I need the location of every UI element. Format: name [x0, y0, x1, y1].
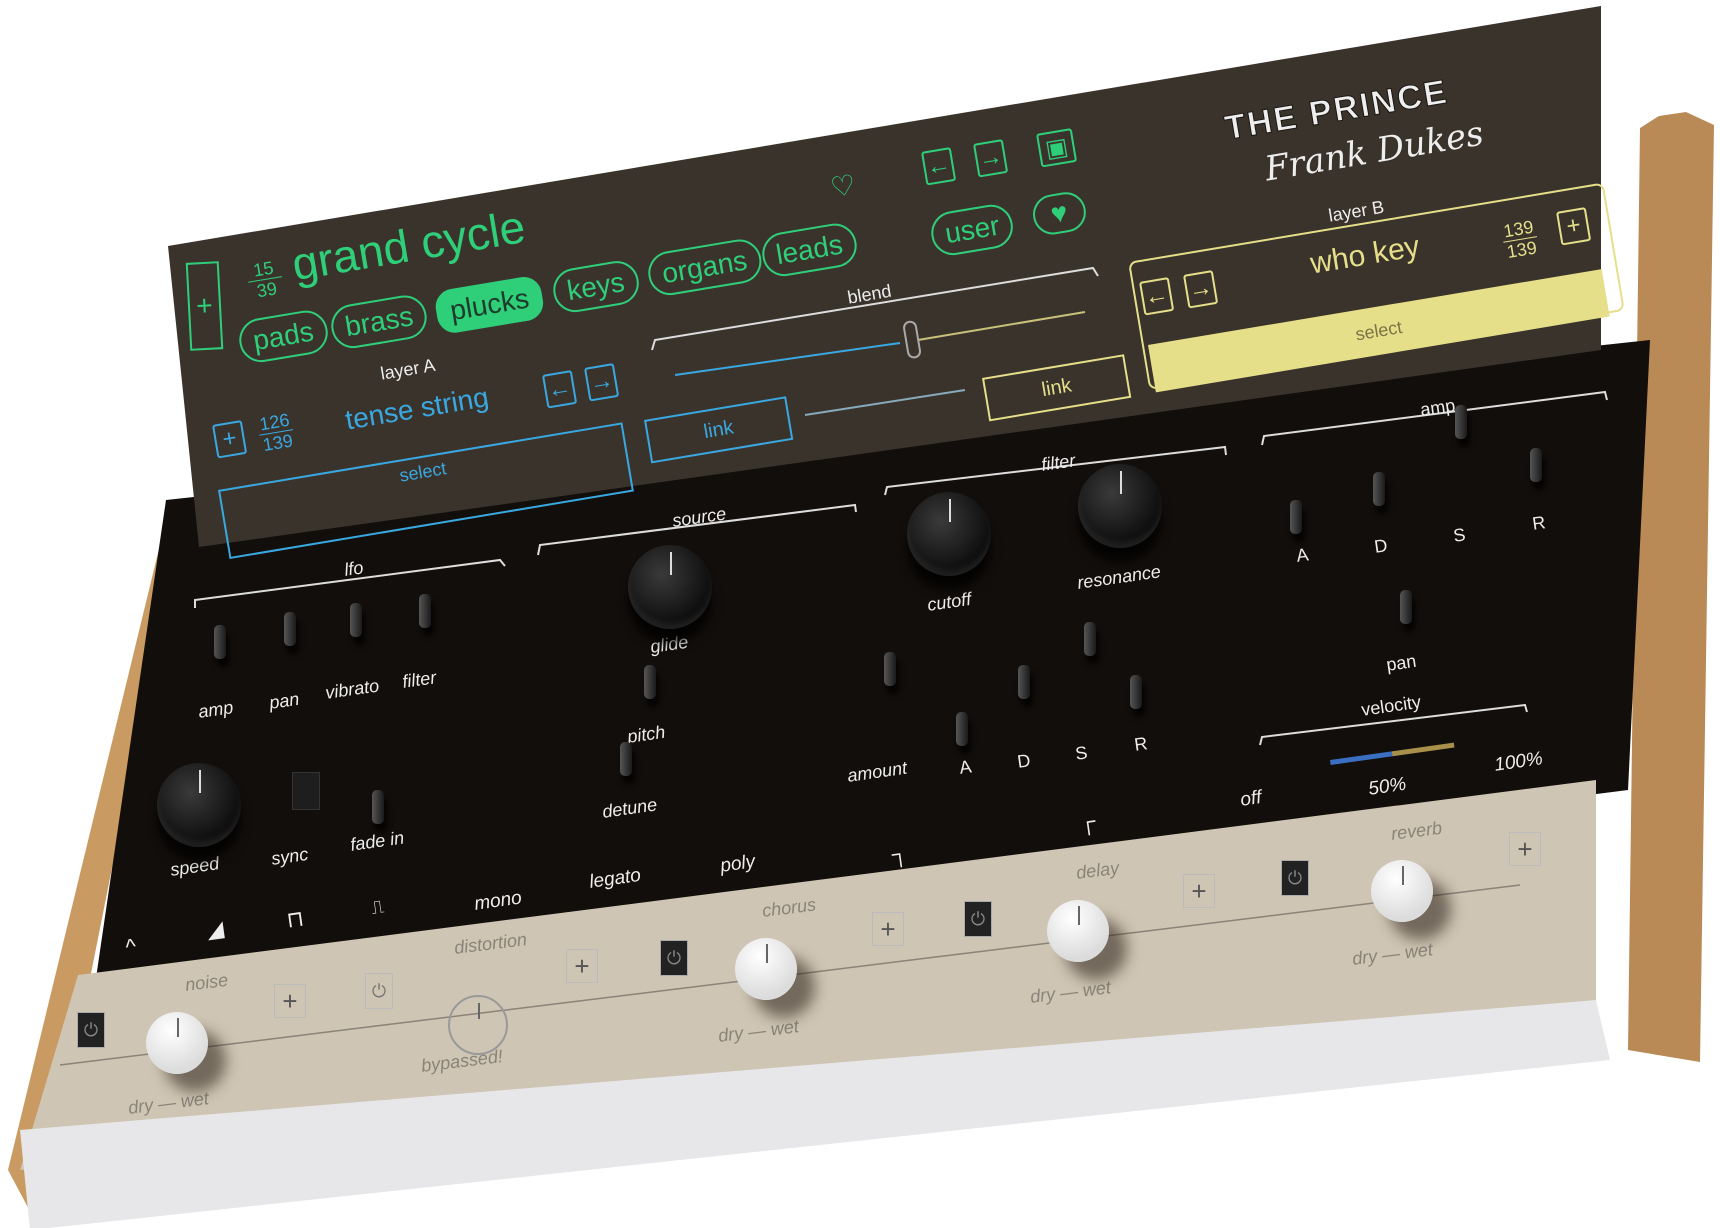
lfo-speed-knob[interactable]: [157, 763, 241, 847]
amp-release-label: R: [1531, 512, 1547, 534]
wood-side-right: [1628, 112, 1714, 1062]
noise-power-button[interactable]: ⏻: [77, 1012, 105, 1048]
floppy-disk-icon: ▣: [1043, 132, 1070, 163]
noise-expand-button[interactable]: +: [274, 984, 306, 1018]
power-icon: ⏻: [371, 980, 387, 1001]
lfo-sync-toggle[interactable]: [292, 772, 320, 810]
layer-b-prev-button[interactable]: ←: [1139, 277, 1175, 316]
arrow-right-icon: →: [1186, 273, 1215, 305]
layer-a-counter: 126 139: [256, 409, 296, 455]
power-icon: ⏻: [83, 1019, 99, 1040]
amp-pan-label: pan: [1385, 650, 1418, 675]
reverb-mix-knob[interactable]: [1371, 860, 1433, 922]
filter-decay-slider[interactable]: [1018, 665, 1030, 699]
amp-sustain-slider[interactable]: [1455, 405, 1467, 439]
filter-amount-slider[interactable]: [884, 652, 896, 686]
lfo-amp-slider[interactable]: [214, 625, 226, 659]
plus-icon: +: [282, 985, 298, 1016]
lfo-target-pan-label: pan: [268, 688, 301, 713]
layer-b-add-button[interactable]: +: [1556, 207, 1592, 246]
amp-release-slider[interactable]: [1530, 448, 1542, 482]
add-preset-button[interactable]: +: [185, 261, 224, 351]
chorus-expand-button[interactable]: +: [872, 912, 904, 946]
distortion-expand-button[interactable]: +: [566, 949, 598, 983]
plus-icon: +: [1517, 833, 1533, 864]
filter-decay-label: D: [1016, 750, 1032, 772]
saw-wave-icon[interactable]: ◢: [205, 916, 225, 944]
lowpass-shape-icon[interactable]: ┐: [890, 840, 909, 868]
plus-icon: +: [195, 289, 214, 322]
arrow-left-icon: ←: [924, 150, 953, 182]
lfo-title: lfo: [343, 557, 365, 580]
layer-a-prev-button[interactable]: ←: [542, 370, 578, 409]
pulse-wave-icon[interactable]: ⎍: [370, 896, 385, 919]
distortion-knob[interactable]: [448, 995, 508, 1055]
reverb-expand-button[interactable]: +: [1509, 832, 1541, 866]
layer-a-add-button[interactable]: +: [212, 420, 248, 459]
preset-counter: 15 39: [245, 256, 285, 302]
filter-release-slider[interactable]: [1130, 675, 1142, 709]
preset-counter-total: 39: [255, 278, 279, 302]
reverb-power-button[interactable]: ⏻: [1281, 860, 1309, 896]
plus-icon: +: [1191, 875, 1207, 906]
heart-outline-icon[interactable]: ♡: [828, 168, 858, 205]
delay-expand-button[interactable]: +: [1183, 874, 1215, 908]
filter-sustain-slider[interactable]: [1084, 622, 1096, 656]
arrow-left-icon: ←: [1142, 280, 1171, 312]
plus-icon: +: [574, 950, 590, 981]
synth-plugin: + 15 39 grand cycle pads brass plucks ke…: [0, 0, 1720, 1228]
arrow-left-icon: ←: [545, 373, 574, 405]
instrument-body: [8, 6, 1714, 1228]
layer-b-next-button[interactable]: →: [1183, 270, 1219, 309]
cutoff-knob[interactable]: [907, 492, 991, 576]
chorus-power-button[interactable]: ⏻: [660, 940, 688, 976]
power-icon: ⏻: [1287, 867, 1303, 888]
delay-mix-knob[interactable]: [1047, 900, 1109, 962]
power-icon: ⏻: [970, 908, 986, 929]
heart-filled-icon: ♥: [1048, 196, 1070, 230]
lfo-pan-slider[interactable]: [284, 612, 296, 646]
amp-attack-slider[interactable]: [1290, 500, 1302, 534]
filter-attack-slider[interactable]: [956, 712, 968, 746]
plus-icon: +: [880, 913, 896, 944]
plus-icon: +: [220, 424, 239, 454]
amp-decay-slider[interactable]: [1373, 472, 1385, 506]
pitch-slider[interactable]: [644, 665, 656, 699]
amp-pan-slider[interactable]: [1400, 590, 1412, 624]
delay-power-button[interactable]: ⏻: [964, 901, 992, 937]
next-preset-button[interactable]: →: [973, 139, 1009, 178]
arrow-right-icon: →: [587, 366, 616, 398]
highpass-shape-icon[interactable]: ┌: [1078, 808, 1097, 836]
lfo-vibrato-slider[interactable]: [350, 603, 362, 637]
chorus-mix-knob[interactable]: [735, 938, 797, 1000]
square-wave-icon[interactable]: ⊓: [285, 906, 306, 934]
plus-icon: +: [1564, 211, 1583, 241]
noise-mix-knob[interactable]: [146, 1012, 208, 1074]
prev-preset-button[interactable]: ←: [921, 147, 957, 186]
velocity-off-button[interactable]: off: [1239, 787, 1263, 812]
layer-b-counter: 139 139: [1500, 216, 1540, 262]
arrow-right-icon: →: [976, 142, 1005, 174]
distortion-power-button[interactable]: ⏻: [365, 973, 393, 1009]
filter-release-label: R: [1133, 733, 1149, 755]
glide-knob[interactable]: [628, 545, 712, 629]
lfo-filter-slider[interactable]: [419, 594, 431, 628]
power-icon: ⏻: [666, 947, 682, 968]
detune-slider[interactable]: [620, 742, 632, 776]
save-preset-button[interactable]: ▣: [1036, 128, 1078, 168]
lfo-fade-in-slider[interactable]: [372, 790, 384, 824]
layer-a-next-button[interactable]: →: [584, 363, 620, 402]
amp-decay-label: D: [1373, 535, 1389, 557]
resonance-knob[interactable]: [1078, 464, 1162, 548]
